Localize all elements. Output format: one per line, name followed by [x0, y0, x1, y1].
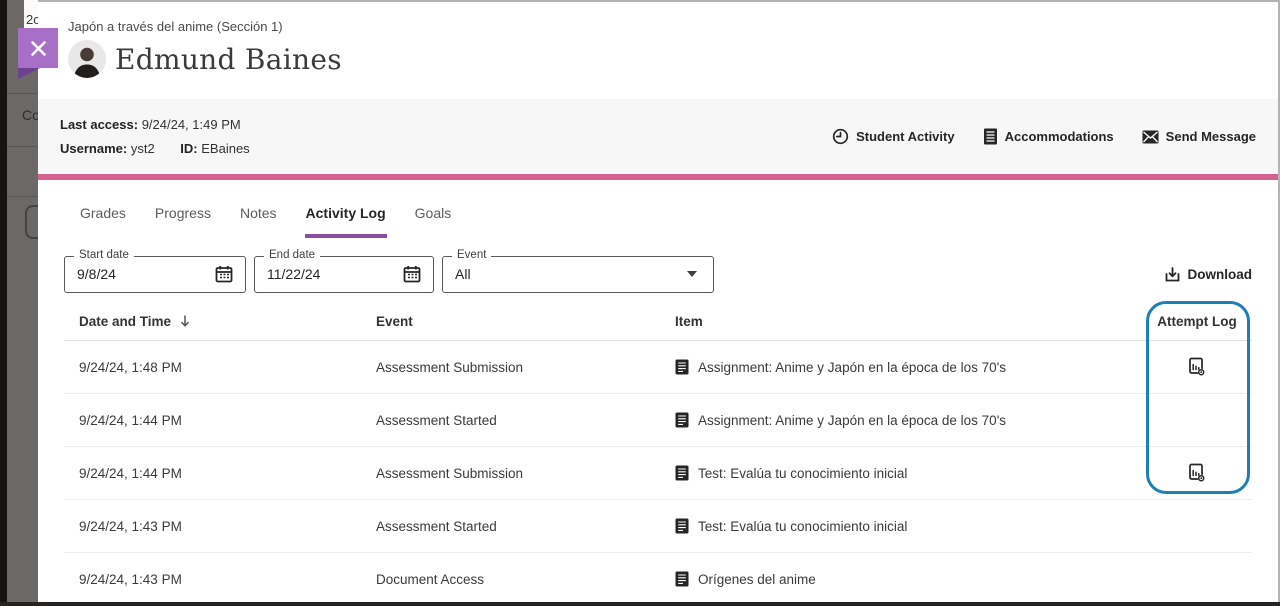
table-row[interactable]: 9/24/24, 1:43 PM Document Access Orígene… — [64, 553, 1252, 606]
cell-item-label: Assignment: Anime y Japón en la época de… — [698, 413, 1006, 428]
tab-progress[interactable]: Progress — [154, 200, 212, 238]
chevron-down-icon — [687, 271, 697, 277]
backdrop-divider — [7, 93, 38, 94]
table-row[interactable]: 9/24/24, 1:43 PM Assessment Started Test… — [64, 500, 1252, 553]
item-document-icon — [675, 412, 689, 428]
username-label: Username: — [60, 141, 127, 156]
attempt-log-button[interactable] — [1187, 357, 1207, 377]
id-label: ID: — [180, 141, 197, 156]
end-date-field[interactable]: End date 11/22/24 — [254, 256, 434, 293]
last-access: Last access: 9/24/24, 1:49 PM — [60, 113, 250, 137]
cell-item: Assignment: Anime y Japón en la época de… — [675, 359, 1142, 375]
cell-datetime: 9/24/24, 1:44 PM — [79, 413, 376, 428]
start-date-value: 9/8/24 — [77, 266, 215, 282]
start-date-field[interactable]: Start date 9/8/24 — [64, 256, 246, 293]
student-overview-panel: Japón a través del anime (Sección 1) Edm… — [38, 0, 1280, 606]
item-document-icon — [675, 518, 689, 534]
last-access-label: Last access: — [60, 117, 138, 132]
item-document-icon — [675, 359, 689, 375]
attempt-log-icon — [1187, 463, 1207, 483]
cell-event: Assessment Submission — [376, 466, 675, 481]
activity-log-table: Date and Time Event Item Attempt Log 9/2… — [64, 302, 1252, 606]
info-bar: Last access: 9/24/24, 1:49 PM Username: … — [38, 99, 1278, 180]
event-filter-select[interactable]: Event All — [442, 256, 714, 293]
column-header-event: Event — [376, 314, 675, 329]
end-date-value: 11/22/24 — [267, 266, 403, 282]
tab-bar: Grades Progress Notes Activity Log Goals — [38, 180, 1278, 238]
username-id-row: Username: yst2 ID: EBaines — [60, 137, 250, 161]
attempt-log-button[interactable] — [1187, 463, 1207, 483]
backdrop-divider — [7, 196, 38, 197]
cell-item-label: Assignment: Anime y Japón en la época de… — [698, 360, 1006, 375]
username-value: yst2 — [131, 141, 155, 156]
table-row[interactable]: 9/24/24, 1:44 PM Assessment Started Assi… — [64, 394, 1252, 447]
cell-item: Assignment: Anime y Japón en la época de… — [675, 412, 1142, 428]
cell-datetime: 9/24/24, 1:43 PM — [79, 572, 376, 587]
sort-descending-icon — [179, 314, 191, 328]
course-name: Japón a través del anime (Sección 1) — [68, 19, 1278, 34]
cell-item-label: Orígenes del anime — [698, 572, 816, 587]
event-filter-label: Event — [452, 249, 491, 261]
panel-header: Japón a través del anime (Sección 1) Edm… — [38, 2, 1278, 99]
close-button[interactable] — [18, 28, 58, 68]
cell-item: Orígenes del anime — [675, 571, 1142, 587]
calendar-icon[interactable] — [403, 265, 421, 283]
close-button-fold — [18, 68, 40, 79]
dimmed-backdrop: 2c Co — [0, 0, 38, 606]
download-button[interactable]: Download — [1164, 266, 1253, 283]
calendar-icon[interactable] — [215, 265, 233, 283]
filter-row: Start date 9/8/24 End date 11/22/24 Even… — [38, 238, 1278, 302]
envelope-icon — [1142, 130, 1159, 144]
item-document-icon — [675, 571, 689, 587]
item-document-icon — [675, 465, 689, 481]
cell-item-label: Test: Evalúa tu conocimiento inicial — [698, 519, 907, 534]
window-bottom-border — [0, 602, 1280, 606]
cell-item: Test: Evalúa tu conocimiento inicial — [675, 518, 1142, 534]
tab-goals[interactable]: Goals — [414, 200, 453, 238]
cell-datetime: 9/24/24, 1:44 PM — [79, 466, 376, 481]
cell-datetime: 9/24/24, 1:43 PM — [79, 519, 376, 534]
cell-datetime: 9/24/24, 1:48 PM — [79, 360, 376, 375]
avatar — [68, 40, 106, 78]
cell-item-label: Test: Evalúa tu conocimiento inicial — [698, 466, 907, 481]
end-date-label: End date — [264, 249, 320, 261]
accommodations-button[interactable]: Accommodations — [983, 128, 1114, 145]
attempt-log-icon — [1187, 357, 1207, 377]
download-icon — [1164, 266, 1181, 283]
send-message-button[interactable]: Send Message — [1142, 129, 1256, 144]
table-body: 9/24/24, 1:48 PM Assessment Submission A… — [64, 341, 1252, 606]
tab-activity-log[interactable]: Activity Log — [305, 200, 387, 238]
document-icon — [983, 128, 998, 145]
column-header-datetime[interactable]: Date and Time — [79, 314, 376, 329]
table-row[interactable]: 9/24/24, 1:48 PM Assessment Submission A… — [64, 341, 1252, 394]
student-name: Edmund Baines — [115, 43, 342, 76]
cell-event: Document Access — [376, 572, 675, 587]
cell-event: Assessment Started — [376, 413, 675, 428]
table-row[interactable]: 9/24/24, 1:44 PM Assessment Submission T… — [64, 447, 1252, 500]
id-value: EBaines — [201, 141, 249, 156]
accommodations-label: Accommodations — [1005, 129, 1114, 144]
start-date-label: Start date — [74, 249, 134, 261]
cell-event: Assessment Started — [376, 519, 675, 534]
table-header-row: Date and Time Event Item Attempt Log — [64, 302, 1252, 341]
backdrop-divider — [7, 146, 38, 147]
last-access-value: 9/24/24, 1:49 PM — [142, 117, 241, 132]
clock-icon — [832, 128, 849, 145]
student-activity-label: Student Activity — [856, 129, 954, 144]
close-icon — [29, 39, 48, 58]
send-message-label: Send Message — [1166, 129, 1256, 144]
column-header-attempt-log: Attempt Log — [1142, 314, 1252, 329]
download-label: Download — [1188, 267, 1253, 282]
tab-notes[interactable]: Notes — [239, 200, 278, 238]
cell-item: Test: Evalúa tu conocimiento inicial — [675, 465, 1142, 481]
tab-grades[interactable]: Grades — [79, 200, 127, 238]
student-activity-button[interactable]: Student Activity — [832, 128, 954, 145]
event-filter-value: All — [455, 266, 687, 282]
cell-event: Assessment Submission — [376, 360, 675, 375]
column-header-item: Item — [675, 314, 1142, 329]
